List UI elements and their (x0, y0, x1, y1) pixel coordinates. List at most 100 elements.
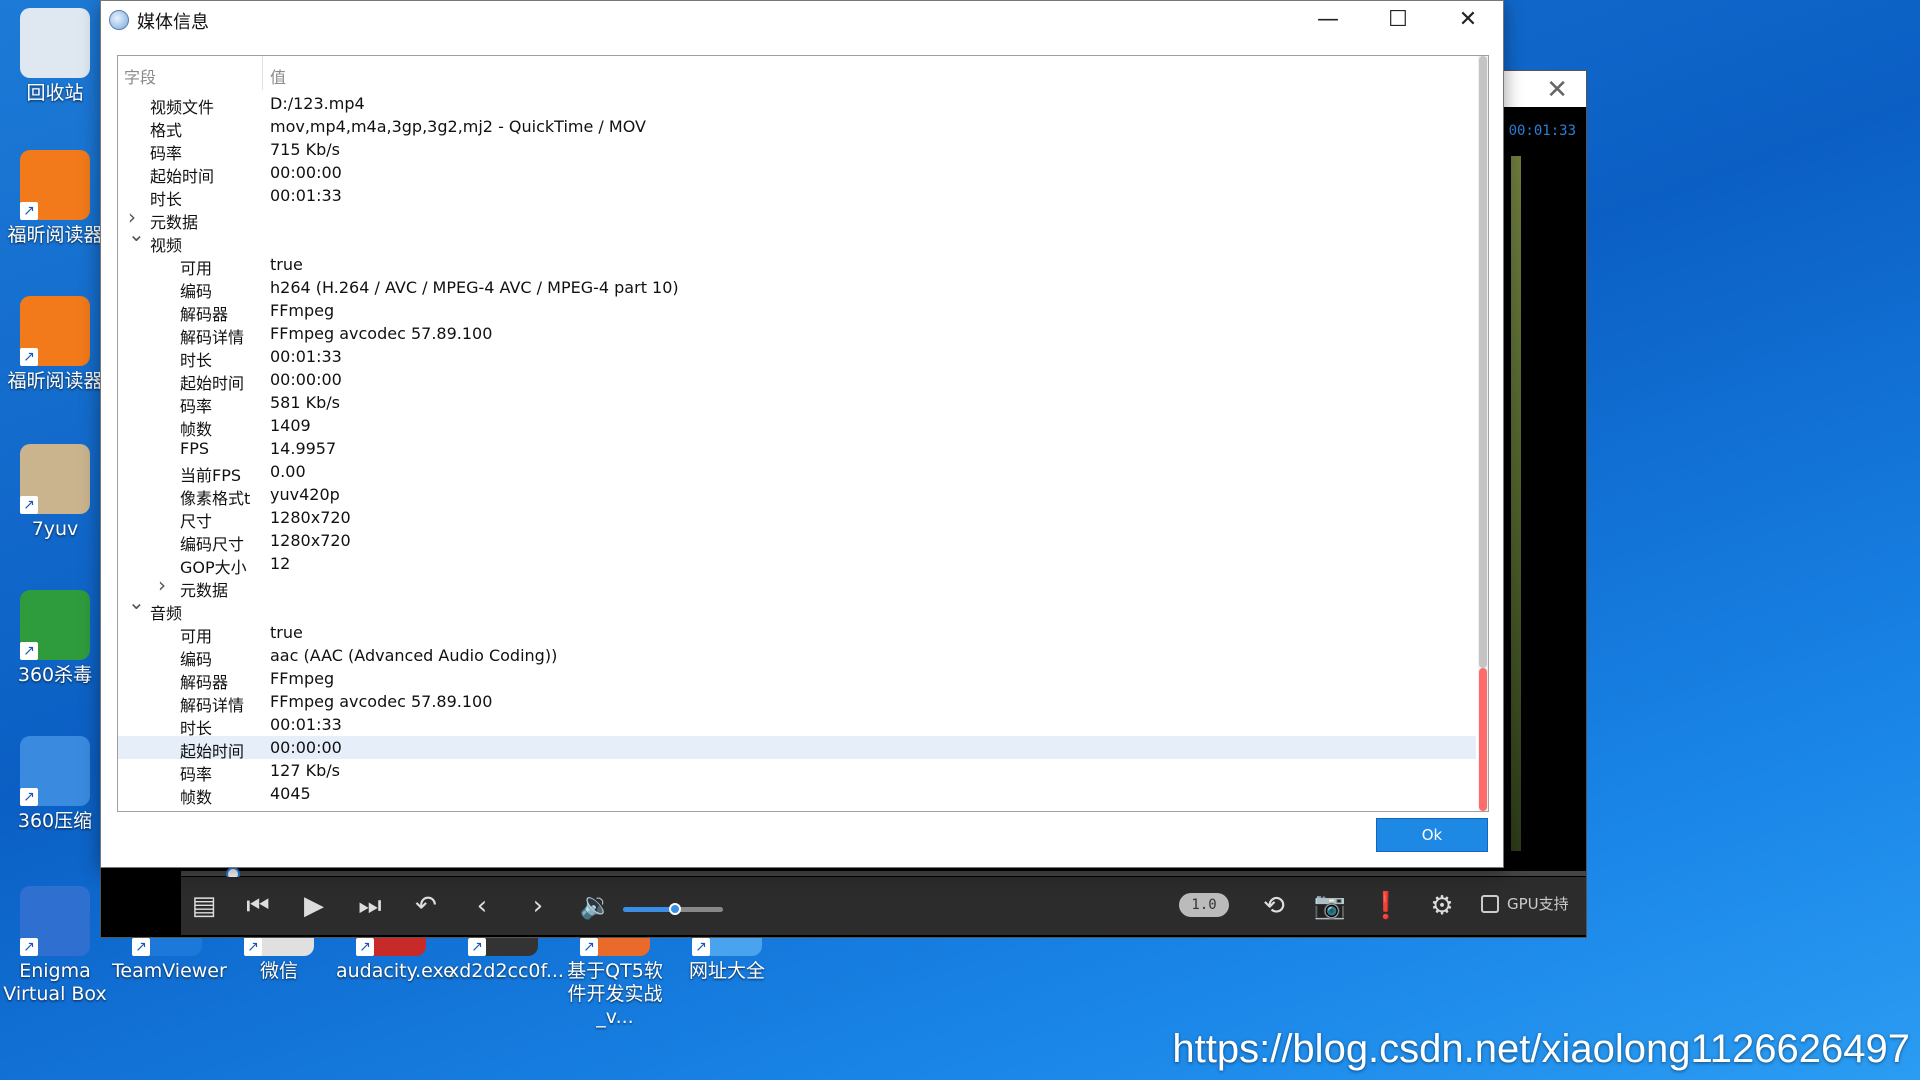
row-value: 14.9957 (270, 439, 337, 458)
scrollbar[interactable] (1478, 56, 1488, 811)
row-value: 00:00:00 (270, 738, 342, 757)
tree-row[interactable]: 当前FPS 0.00 (118, 460, 1476, 485)
row-value: 00:00:00 (270, 370, 342, 389)
enigma-virtual-box-icon: ↗ (20, 886, 90, 956)
row-value: FFmpeg (270, 669, 335, 688)
row-value: h264 (H.264 / AVC / MPEG-4 AVC / MPEG-4 … (270, 278, 679, 297)
row-value: FFmpeg (270, 301, 335, 320)
tree-row[interactable]: FPS 14.9957 (118, 437, 1476, 460)
playlist-icon[interactable]: ▤ (187, 891, 221, 921)
desktop-icon-label: 福昕阅读器 (7, 370, 103, 392)
desktop-icon-foxit-reader-1[interactable]: ↗ 福昕阅读器 (0, 150, 110, 247)
tree-row[interactable]: GOP大小 12 (118, 552, 1476, 577)
tree-row[interactable]: 尺寸 1280x720 (118, 506, 1476, 531)
tree-row[interactable]: 解码器 FFmpeg (118, 667, 1476, 692)
player-close-icon[interactable]: ✕ (1546, 75, 1568, 105)
info-icon[interactable]: ❗ (1369, 891, 1403, 921)
tree-row[interactable]: ⌄ 音频 (118, 590, 1476, 623)
row-value: mov,mp4,m4a,3gp,3g2,mj2 - QuickTime / MO… (270, 117, 646, 136)
tree-row[interactable]: 时长 00:01:33 (118, 713, 1476, 738)
close-icon[interactable]: ✕ (1433, 1, 1503, 39)
tree-row[interactable]: 像素格式t yuv420p (118, 483, 1476, 508)
row-value: true (270, 255, 303, 274)
row-field: FPS (180, 439, 210, 458)
tree-row[interactable]: 起始时间 00:00:00 (118, 736, 1476, 761)
row-value: 00:00:00 (270, 163, 342, 182)
tree-row[interactable]: 起始时间 00:00:00 (118, 368, 1476, 393)
desktop-icon-360-zip[interactable]: ↗ 360压缩 (0, 736, 110, 833)
tree-row[interactable]: › 元数据 (118, 205, 1476, 232)
tree-row[interactable]: 帧数 1409 (118, 414, 1476, 439)
previous-icon[interactable]: ⏮ (241, 891, 275, 921)
tree-row[interactable]: 码率 715 Kb/s (118, 138, 1476, 163)
tree-row[interactable]: 时长 00:01:33 (118, 345, 1476, 370)
tree-row[interactable]: 解码详情 FFmpeg avcodec 57.89.100 (118, 690, 1476, 715)
volume-knob[interactable] (669, 903, 681, 915)
shortcut-arrow-icon: ↗ (468, 938, 486, 956)
desktop-icon-recycle-bin[interactable]: 回收站 (0, 8, 110, 105)
ok-button[interactable]: Ok (1376, 818, 1488, 852)
desktop-icon-label: TeamViewer (112, 960, 227, 982)
tree-row[interactable]: 解码详情 FFmpeg avcodec 57.89.100 (118, 322, 1476, 347)
recycle-bin-icon (20, 8, 90, 78)
row-value: 715 Kb/s (270, 140, 340, 159)
desktop-icon-label: 360压缩 (17, 810, 93, 832)
maximize-icon[interactable]: ☐ (1363, 1, 1433, 39)
tree-row[interactable]: ⌄ 视频 (118, 222, 1476, 255)
row-value: 4045 (270, 784, 311, 803)
shortcut-arrow-icon: ↗ (20, 348, 38, 366)
desktop-icon-label: 基于QT5软件开发实战_v... (567, 960, 663, 1028)
tree-row[interactable]: 码率 127 Kb/s (118, 759, 1476, 784)
seek-forward-icon[interactable]: › (521, 891, 555, 921)
row-value: 581 Kb/s (270, 393, 340, 412)
scrollbar-thumb[interactable] (1479, 668, 1487, 811)
tree-row[interactable]: 编码尺寸 1280x720 (118, 529, 1476, 554)
header-field[interactable]: 字段 (124, 64, 156, 88)
tree-row[interactable]: 码率 581 Kb/s (118, 391, 1476, 416)
desktop-icon-label: audacity.exe (336, 960, 455, 982)
tree-row[interactable]: › 元数据 (118, 573, 1476, 600)
desktop-icon-7yuv[interactable]: ↗ 7yuv (0, 444, 110, 541)
tree-row[interactable]: 解码器 FFmpeg (118, 299, 1476, 324)
minimize-icon[interactable]: — (1293, 1, 1363, 39)
info-tree[interactable]: 字段 值 视频文件 D:/123.mp4 格式 mov,mp4,m4a,3gp,3g2… (117, 55, 1489, 812)
tree-row[interactable]: 时长 00:01:33 (118, 184, 1476, 209)
tree-rows: 视频文件 D:/123.mp4 格式 mov,mp4,m4a,3gp,3g2,mj2 … (118, 92, 1476, 807)
header-value[interactable]: 值 (270, 64, 286, 88)
tree-row[interactable]: 格式 mov,mp4,m4a,3gp,3g2,mj2 - QuickTime / … (118, 115, 1476, 140)
desktop-icon-label: 7yuv (31, 518, 79, 540)
play-icon[interactable]: ▶ (297, 891, 331, 921)
gear-icon[interactable]: ⚙ (1425, 891, 1459, 921)
rotate-icon[interactable]: ⟲ (1257, 891, 1291, 921)
media-info-dialog: 媒体信息 — ☐ ✕ 字段 值 视频文件 D:/123.mp4 格式 mov,mp4,… (100, 0, 1504, 868)
tree-row[interactable]: 可用 true (118, 621, 1476, 646)
gpu-checkbox-box[interactable] (1481, 894, 1499, 913)
volume-slider[interactable] (623, 903, 723, 915)
shortcut-arrow-icon: ↗ (20, 496, 38, 514)
gpu-checkbox[interactable]: GPU支持 (1481, 893, 1569, 914)
desktop-icon-360-antivirus[interactable]: ↗ 360杀毒 (0, 590, 110, 687)
seek-back-icon[interactable]: ‹ (465, 891, 499, 921)
shortcut-arrow-icon: ↗ (356, 938, 374, 956)
desktop-icon-enigma-virtual-box[interactable]: ↗ Enigma Virtual Box (0, 886, 110, 1006)
speed-badge[interactable]: 1.0 (1179, 893, 1229, 917)
progress-bar[interactable] (181, 867, 1586, 881)
desktop-icon-label: 微信 (259, 960, 298, 982)
chevron-right-icon[interactable]: › (158, 573, 170, 597)
tree-row[interactable]: 编码 h264 (H.264 / AVC / MPEG-4 AVC / MPEG-… (118, 276, 1476, 301)
tree-row[interactable]: 编码 aac (AAC (Advanced Audio Coding)) (118, 644, 1476, 669)
volume-icon[interactable]: 🔉 (579, 891, 613, 921)
undo-icon[interactable]: ↶ (409, 891, 443, 921)
tree-row[interactable]: 起始时间 00:00:00 (118, 161, 1476, 186)
row-value: 12 (270, 554, 291, 573)
tree-row[interactable]: 帧数 4045 (118, 782, 1476, 807)
tree-row[interactable]: 可用 true (118, 253, 1476, 278)
gpu-label: GPU支持 (1507, 895, 1569, 913)
camera-icon[interactable]: 📷 (1313, 891, 1347, 921)
desktop-icon-foxit-reader-2[interactable]: ↗ 福昕阅读器 (0, 296, 110, 393)
chevron-down-icon[interactable]: ⌄ (128, 222, 145, 246)
tree-row[interactable]: 视频文件 D:/123.mp4 (118, 92, 1476, 117)
next-icon[interactable]: ⏭ (353, 891, 387, 921)
row-value: aac (AAC (Advanced Audio Coding)) (270, 646, 558, 665)
chevron-down-icon[interactable]: ⌄ (128, 590, 145, 614)
